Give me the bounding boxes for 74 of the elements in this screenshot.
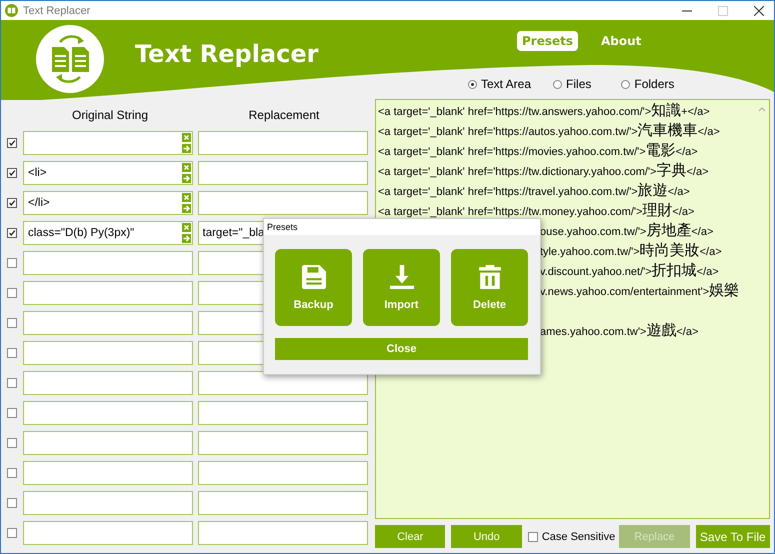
checkbox[interactable]: [7, 198, 17, 208]
replacement-field[interactable]: [198, 191, 368, 215]
original-field[interactable]: [22, 431, 192, 455]
checkbox-label[interactable]: Case Sensitive: [542, 530, 616, 542]
window-title: Text Replacer: [23, 4, 90, 16]
original-field[interactable]: [22, 251, 192, 275]
scroll-up-icon[interactable]: [758, 106, 766, 112]
checkbox[interactable]: [7, 318, 17, 328]
checkbox[interactable]: [7, 258, 17, 268]
nav-tab[interactable]: About: [596, 31, 646, 51]
column-header: Replacement: [248, 108, 320, 122]
action-button[interactable]: Undo: [451, 525, 522, 548]
maximize-icon[interactable]: [718, 6, 728, 16]
replacement-field[interactable]: [198, 131, 368, 155]
replacement-field[interactable]: [198, 461, 368, 485]
replacement-field[interactable]: [198, 401, 368, 425]
replacement-field[interactable]: [198, 491, 368, 515]
download-icon: [390, 264, 414, 288]
radio-label[interactable]: Text Area: [481, 77, 532, 91]
text-line: <a target='_blank' href='https://movies.yahoo.com.tw/'>電影</a>: [378, 141, 698, 159]
original-field[interactable]: [23, 131, 192, 155]
checkbox[interactable]: [7, 498, 17, 508]
original-field[interactable]: [22, 371, 192, 395]
column-header: Original String: [70, 108, 150, 122]
original-field[interactable]: [22, 341, 192, 365]
action-button[interactable]: Save To File: [696, 525, 770, 548]
dialog-title: Presets: [264, 219, 540, 235]
action-button[interactable]: Clear: [375, 525, 446, 548]
logo-drawing: [36, 25, 104, 93]
close-icon[interactable]: [754, 6, 764, 16]
original-field[interactable]: class="D(b) Py(3px)": [23, 221, 192, 245]
replacement-field[interactable]: [198, 431, 368, 455]
original-field[interactable]: [22, 281, 192, 305]
checkbox[interactable]: [7, 348, 17, 358]
text-line: <a target='_blank' href='https://tw.answers.yahoo.com/'>知識+</a>: [378, 101, 710, 119]
preset-action-button[interactable]: Delete: [451, 249, 528, 326]
checkbox[interactable]: [7, 378, 17, 388]
text-line: v.discount.yahoo.net/'>折扣城</a>: [540, 261, 719, 279]
text-line: tyle.yahoo.com.tw/'>時尚美妝</a>: [540, 241, 722, 259]
replacement-field[interactable]: [198, 371, 368, 395]
original-field[interactable]: </li>: [23, 191, 192, 215]
original-field[interactable]: [22, 491, 192, 515]
text-line: <a target='_blank' href='https://tw.dictionary.yahoo.com/'>字典</a>: [378, 161, 709, 179]
checkbox[interactable]: [528, 532, 538, 542]
text-line: v.news.yahoo.com/entertainment'>娛樂: [540, 281, 740, 299]
original-field[interactable]: [22, 311, 192, 335]
text-line: ouse.yahoo.com.tw/'>房地產</a>: [540, 221, 714, 239]
original-field[interactable]: [22, 401, 192, 425]
text-line: <a target='_blank' href='https://travel.yahoo.com.tw/'>旅遊</a>: [378, 181, 690, 199]
checkbox[interactable]: [7, 468, 17, 478]
original-field[interactable]: <li>: [23, 161, 192, 185]
checkbox[interactable]: [7, 408, 17, 418]
close-button[interactable]: Close: [275, 338, 528, 360]
nav-tab[interactable]: Presets: [517, 31, 578, 51]
app-title: Text Replacer: [135, 40, 318, 68]
text-line: ames.yahoo.com.tw'>遊戲</a>: [540, 321, 698, 339]
text-line: <a target='_blank' href='https://autos.yahoo.com.tw/'>汽車機車</a>: [378, 121, 720, 139]
checkbox[interactable]: [7, 438, 17, 448]
preset-action-button[interactable]: Backup: [275, 249, 352, 326]
checkbox[interactable]: [7, 228, 17, 238]
checkbox[interactable]: [7, 288, 17, 298]
app-icon: [5, 4, 18, 17]
checkbox[interactable]: [7, 138, 17, 148]
checkbox[interactable]: [7, 528, 17, 538]
trash-icon: [478, 264, 502, 288]
radio-label[interactable]: Files: [566, 77, 592, 91]
replacement-field[interactable]: [198, 161, 368, 185]
replacement-field[interactable]: [198, 521, 368, 545]
original-field[interactable]: [22, 461, 192, 485]
text-line: <a target='_blank' href='https://tw.money.yahoo.com/'>理財</a>: [378, 201, 694, 219]
checkbox[interactable]: [7, 168, 17, 178]
preset-action-button[interactable]: Import: [363, 249, 440, 326]
radio-label[interactable]: Folders: [634, 77, 674, 91]
original-field[interactable]: [22, 521, 192, 545]
